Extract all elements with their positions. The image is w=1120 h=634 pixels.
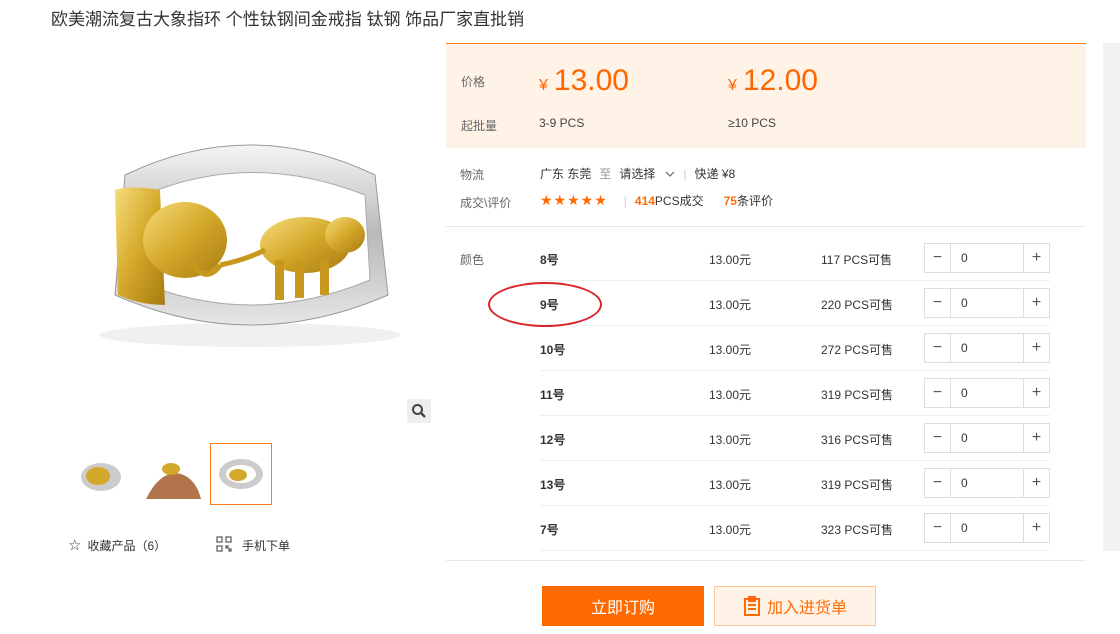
sku-stock: 323 PCS可售 xyxy=(821,523,894,537)
tier-price-2: ¥ 12.00 xyxy=(728,64,818,97)
quantity-input[interactable]: 0 xyxy=(951,469,1023,497)
sku-stock: 117 PCS可售 xyxy=(821,253,893,267)
thumbnail-strip xyxy=(70,443,272,505)
deals-info: ★★★★★ | 414PCS成交 75条评价 xyxy=(540,192,773,209)
color-label: 颜色 xyxy=(460,253,485,267)
rating-stars: ★★★★★ xyxy=(540,192,608,208)
quantity-stepper: −0 + xyxy=(924,333,1050,363)
sku-row: 12号 13.00元 316 PCS可售 −0 + xyxy=(540,416,1050,461)
sku-name: 7号 xyxy=(540,523,559,537)
sku-stock: 272 PCS可售 xyxy=(821,343,894,357)
sold-count-link[interactable]: 414PCS成交 xyxy=(635,192,704,209)
tier-price-1: ¥ 13.00 xyxy=(539,64,629,97)
sku-name: 8号 xyxy=(540,253,559,267)
quantity-stepper: −0 + xyxy=(924,513,1050,543)
quantity-stepper: −0 + xyxy=(924,468,1050,498)
batch-label: 起批量 xyxy=(461,119,498,133)
annotation-circle xyxy=(488,282,602,327)
add-to-cart-button[interactable]: 加入进货单 xyxy=(714,586,876,626)
sku-price: 13.00元 xyxy=(709,298,752,312)
increment-button[interactable]: + xyxy=(1023,289,1049,317)
sku-row: 8号 13.00元 117 PCS可售 −0 + xyxy=(540,236,1050,281)
sku-stock: 220 PCS可售 xyxy=(821,298,894,312)
tier-batch-1: 3-9 PCS xyxy=(539,116,585,130)
quantity-input[interactable]: 0 xyxy=(951,289,1023,317)
sku-price: 13.00元 xyxy=(709,478,752,492)
increment-button[interactable]: + xyxy=(1023,244,1049,272)
mobile-order-label: 手机下单 xyxy=(242,539,291,553)
sku-row: 9号 13.00元 220 PCS可售 −0 + xyxy=(540,281,1050,326)
sku-name: 10号 xyxy=(540,343,566,357)
buy-now-button[interactable]: 立即订购 xyxy=(542,586,704,626)
sku-stock: 319 PCS可售 xyxy=(821,388,894,402)
sku-stock: 316 PCS可售 xyxy=(821,433,894,447)
sku-price: 13.00元 xyxy=(709,388,752,402)
increment-button[interactable]: + xyxy=(1023,514,1049,542)
price-panel: 价格 起批量 ¥ 13.00 3-9 PCS ¥ 12.00 ≥10 PCS xyxy=(446,43,1086,148)
increment-button[interactable]: + xyxy=(1023,334,1049,362)
deals-label: 成交\评价 xyxy=(460,196,512,210)
decrement-button[interactable]: − xyxy=(925,289,951,317)
thumbnail-3[interactable] xyxy=(210,443,272,505)
quantity-stepper: −0 + xyxy=(924,288,1050,318)
product-title: 欧美潮流复古大象指环 个性钛钢间金戒指 钛钢 饰品厂家直批销 xyxy=(51,10,525,29)
quantity-stepper: −0 + xyxy=(924,423,1050,453)
favorite-button[interactable]: ☆ 收藏产品（6） xyxy=(68,536,166,554)
divider-line xyxy=(446,560,1086,561)
zoom-icon[interactable] xyxy=(407,399,431,423)
quantity-input[interactable]: 0 xyxy=(951,334,1023,362)
sku-row: 13号 13.00元 319 PCS可售 −0 + xyxy=(540,461,1050,506)
sku-price: 13.00元 xyxy=(709,253,752,267)
sku-price: 13.00元 xyxy=(709,523,752,537)
clipboard-icon xyxy=(743,596,760,616)
chevron-down-icon xyxy=(665,171,675,177)
decrement-button[interactable]: − xyxy=(925,469,951,497)
destination-select[interactable]: 请选择 xyxy=(619,165,675,182)
decrement-button[interactable]: − xyxy=(925,514,951,542)
sku-price: 13.00元 xyxy=(709,433,752,447)
decrement-button[interactable]: − xyxy=(925,424,951,452)
decrement-button[interactable]: − xyxy=(925,334,951,362)
thumbnail-1[interactable] xyxy=(70,443,132,505)
quantity-input[interactable]: 0 xyxy=(951,514,1023,542)
sku-name: 12号 xyxy=(540,433,566,447)
logistics-label: 物流 xyxy=(460,168,485,182)
side-panel-edge xyxy=(1103,43,1120,551)
origin-location: 广东 东莞 xyxy=(540,167,592,181)
thumbnail-2[interactable] xyxy=(140,443,202,505)
decrement-button[interactable]: − xyxy=(925,379,951,407)
star-outline-icon: ☆ xyxy=(68,537,82,554)
sku-name: 11号 xyxy=(540,388,565,402)
sku-stock: 319 PCS可售 xyxy=(821,478,894,492)
product-main-image[interactable] xyxy=(70,95,430,395)
sku-row: 10号 13.00元 272 PCS可售 −0 + xyxy=(540,326,1050,371)
quantity-stepper: −0 + xyxy=(924,243,1050,273)
quantity-input[interactable]: 0 xyxy=(951,424,1023,452)
quantity-input[interactable]: 0 xyxy=(951,379,1023,407)
favorite-label: 收藏产品（6） xyxy=(87,538,167,553)
tier-batch-2: ≥10 PCS xyxy=(728,116,776,130)
mobile-order-button[interactable]: 手机下单 xyxy=(216,536,290,555)
sku-row: 11号 13.00元 319 PCS可售 −0 + xyxy=(540,371,1050,416)
quantity-input[interactable]: 0 xyxy=(951,244,1023,272)
qr-code-icon xyxy=(216,536,232,555)
sku-row: 7号 13.00元 323 PCS可售 −0 + xyxy=(540,506,1050,551)
increment-button[interactable]: + xyxy=(1023,469,1049,497)
sku-price: 13.00元 xyxy=(709,343,752,357)
review-count-link[interactable]: 75条评价 xyxy=(724,192,773,209)
logistics-info: 广东 东莞 至 请选择 | 快递 ¥8 xyxy=(540,165,735,182)
to-label: 至 xyxy=(599,167,612,181)
increment-button[interactable]: + xyxy=(1023,379,1049,407)
increment-button[interactable]: + xyxy=(1023,424,1049,452)
divider: | xyxy=(623,193,627,208)
divider-line xyxy=(446,226,1086,227)
sku-name: 13号 xyxy=(540,478,566,492)
quantity-stepper: −0 + xyxy=(924,378,1050,408)
price-label: 价格 xyxy=(461,75,486,89)
divider: | xyxy=(683,166,687,181)
decrement-button[interactable]: − xyxy=(925,244,951,272)
express-fee: 快递 ¥8 xyxy=(694,167,736,181)
